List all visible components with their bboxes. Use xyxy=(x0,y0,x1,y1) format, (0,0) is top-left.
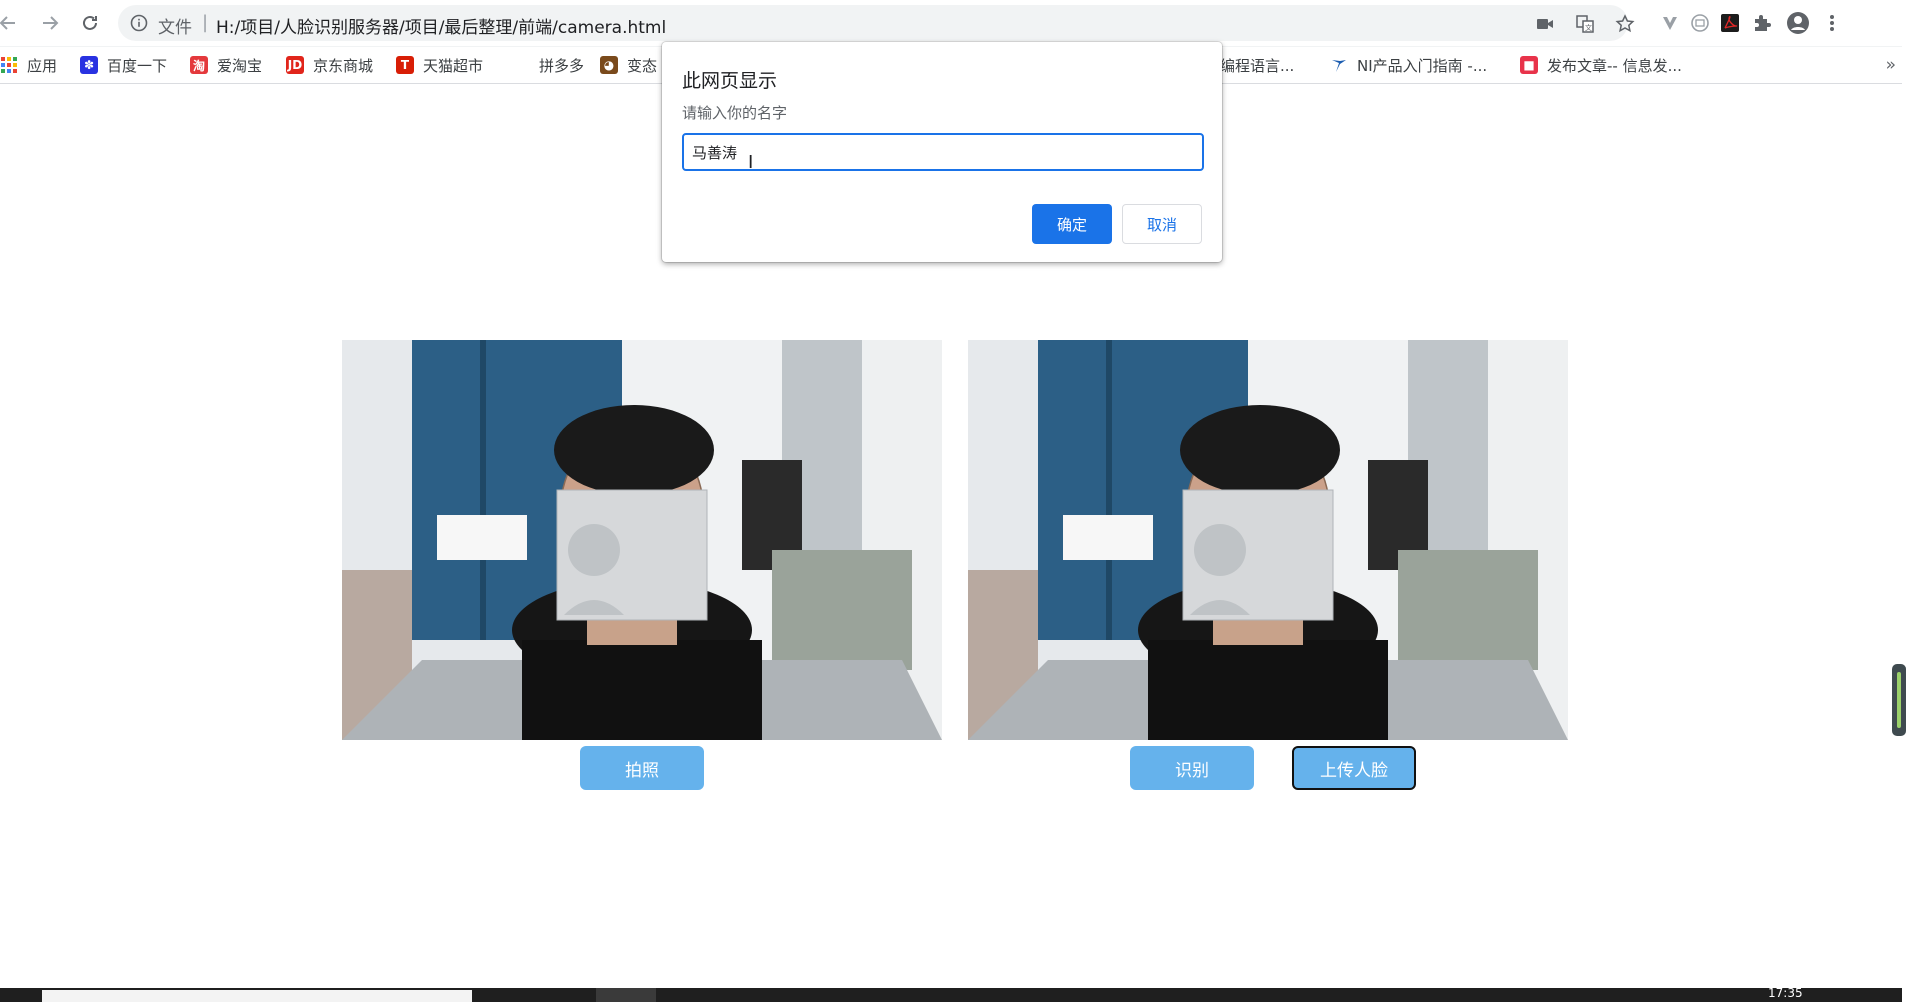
browser-toolbar: 文件 | H:/项目/人脸识别服务器/项目/最后整理/前端/camera.htm… xyxy=(0,0,1920,47)
apps-grid-icon xyxy=(0,56,18,74)
taskbar-app-item[interactable] xyxy=(596,988,656,1002)
bookmark-ni-guide[interactable]: NI产品入门指南 -... xyxy=(1330,54,1487,76)
back-arrow-icon xyxy=(0,16,15,30)
bookmark-pinduoduo[interactable]: 拼多多 xyxy=(512,54,584,76)
jd-icon: JD xyxy=(286,56,304,74)
url-separator: | xyxy=(202,12,209,33)
camera-preview-right xyxy=(968,340,1568,740)
bookmark-baidu[interactable]: ✽ 百度一下 xyxy=(80,54,167,76)
camera-in-use-icon[interactable] xyxy=(1534,13,1556,35)
name-input[interactable] xyxy=(682,133,1204,171)
bookmark-star-icon[interactable] xyxy=(1614,13,1636,35)
back-button[interactable] xyxy=(0,11,20,35)
prompt-dialog: 此网页显示 请输入你的名字 Ι 确定 取消 xyxy=(662,42,1222,262)
camera-image-right xyxy=(968,340,1568,740)
address-bar[interactable]: 文件 | H:/项目/人脸识别服务器/项目/最后整理/前端/camera.htm… xyxy=(118,5,1635,41)
bookmark-label: 拼多多 xyxy=(539,56,585,75)
bookmark-label: 编程语言... xyxy=(1220,56,1295,75)
info-icon[interactable] xyxy=(130,14,148,32)
bookmark-label: 应用 xyxy=(27,56,58,75)
tmall-icon: T xyxy=(396,56,414,74)
dialog-title: 此网页显示 xyxy=(682,70,778,92)
translate-icon[interactable]: 文 xyxy=(1574,13,1596,35)
confirm-button[interactable]: 确定 xyxy=(1032,204,1112,244)
publish-icon: ■ xyxy=(1520,56,1538,74)
bookmark-biantai[interactable]: ◕ 变态 xyxy=(600,54,657,76)
bookmark-label: 京东商城 xyxy=(313,56,374,75)
bookmark-programming[interactable]: 编程语言... xyxy=(1220,54,1294,76)
bookmark-site-icon: ◕ xyxy=(600,56,618,74)
pdf-extension-icon[interactable] xyxy=(1718,11,1742,35)
taskbar-clock: 17:35 xyxy=(1768,986,1803,1000)
bookmark-label: 爱淘宝 xyxy=(217,56,263,75)
take-photo-button[interactable]: 拍照 xyxy=(580,746,704,790)
bookmark-label: 发布文章-- 信息发... xyxy=(1547,56,1682,75)
camera-preview-left xyxy=(342,340,942,740)
forward-button[interactable] xyxy=(38,11,62,35)
bookmark-label: 变态 xyxy=(627,56,658,75)
bookmark-label: 天猫超市 xyxy=(423,56,484,75)
menu-kebab-icon[interactable] xyxy=(1820,11,1844,35)
desktop-edge xyxy=(1902,0,1920,1002)
extension-circle-icon[interactable] xyxy=(1688,11,1712,35)
bookmark-taobao[interactable]: 淘 爱淘宝 xyxy=(190,54,262,76)
upload-face-button[interactable]: 上传人脸 xyxy=(1292,746,1416,790)
dialog-message: 请输入你的名字 xyxy=(682,104,788,122)
pinduoduo-icon xyxy=(512,56,530,74)
svg-text:文: 文 xyxy=(1585,23,1592,32)
camera-image-left xyxy=(342,340,942,740)
bookmark-label: 百度一下 xyxy=(107,56,168,75)
side-widget-handle[interactable] xyxy=(1892,664,1906,736)
bookmark-tmall[interactable]: T 天猫超市 xyxy=(396,54,483,76)
recognize-button[interactable]: 识别 xyxy=(1130,746,1254,790)
taskbar: 17:35 xyxy=(0,986,1902,1002)
profile-avatar-icon[interactable] xyxy=(1786,11,1810,35)
bookmark-publish-article[interactable]: ■ 发布文章-- 信息发... xyxy=(1520,54,1682,76)
bookmarks-overflow-chevron-icon[interactable]: » xyxy=(1886,55,1896,75)
text-cursor-icon: Ι xyxy=(748,152,754,173)
url-text[interactable]: H:/项目/人脸识别服务器/项目/最后整理/前端/camera.html xyxy=(216,13,666,38)
ni-icon xyxy=(1330,56,1348,74)
reload-icon xyxy=(83,15,97,30)
reload-button[interactable] xyxy=(78,11,102,35)
url-scheme-label: 文件 xyxy=(158,18,192,38)
cancel-button[interactable]: 取消 xyxy=(1122,204,1202,244)
extensions-puzzle-icon[interactable] xyxy=(1750,11,1774,35)
extension-v-icon[interactable] xyxy=(1658,11,1682,35)
bookmark-jd[interactable]: JD 京东商城 xyxy=(286,54,373,76)
baidu-paw-icon: ✽ xyxy=(80,56,98,74)
bookmark-apps[interactable]: 应用 xyxy=(0,54,57,76)
bookmark-label: NI产品入门指南 -... xyxy=(1357,56,1488,75)
forward-arrow-icon xyxy=(43,16,59,30)
taobao-icon: 淘 xyxy=(190,56,208,74)
taskbar-search-box[interactable] xyxy=(42,990,472,1002)
